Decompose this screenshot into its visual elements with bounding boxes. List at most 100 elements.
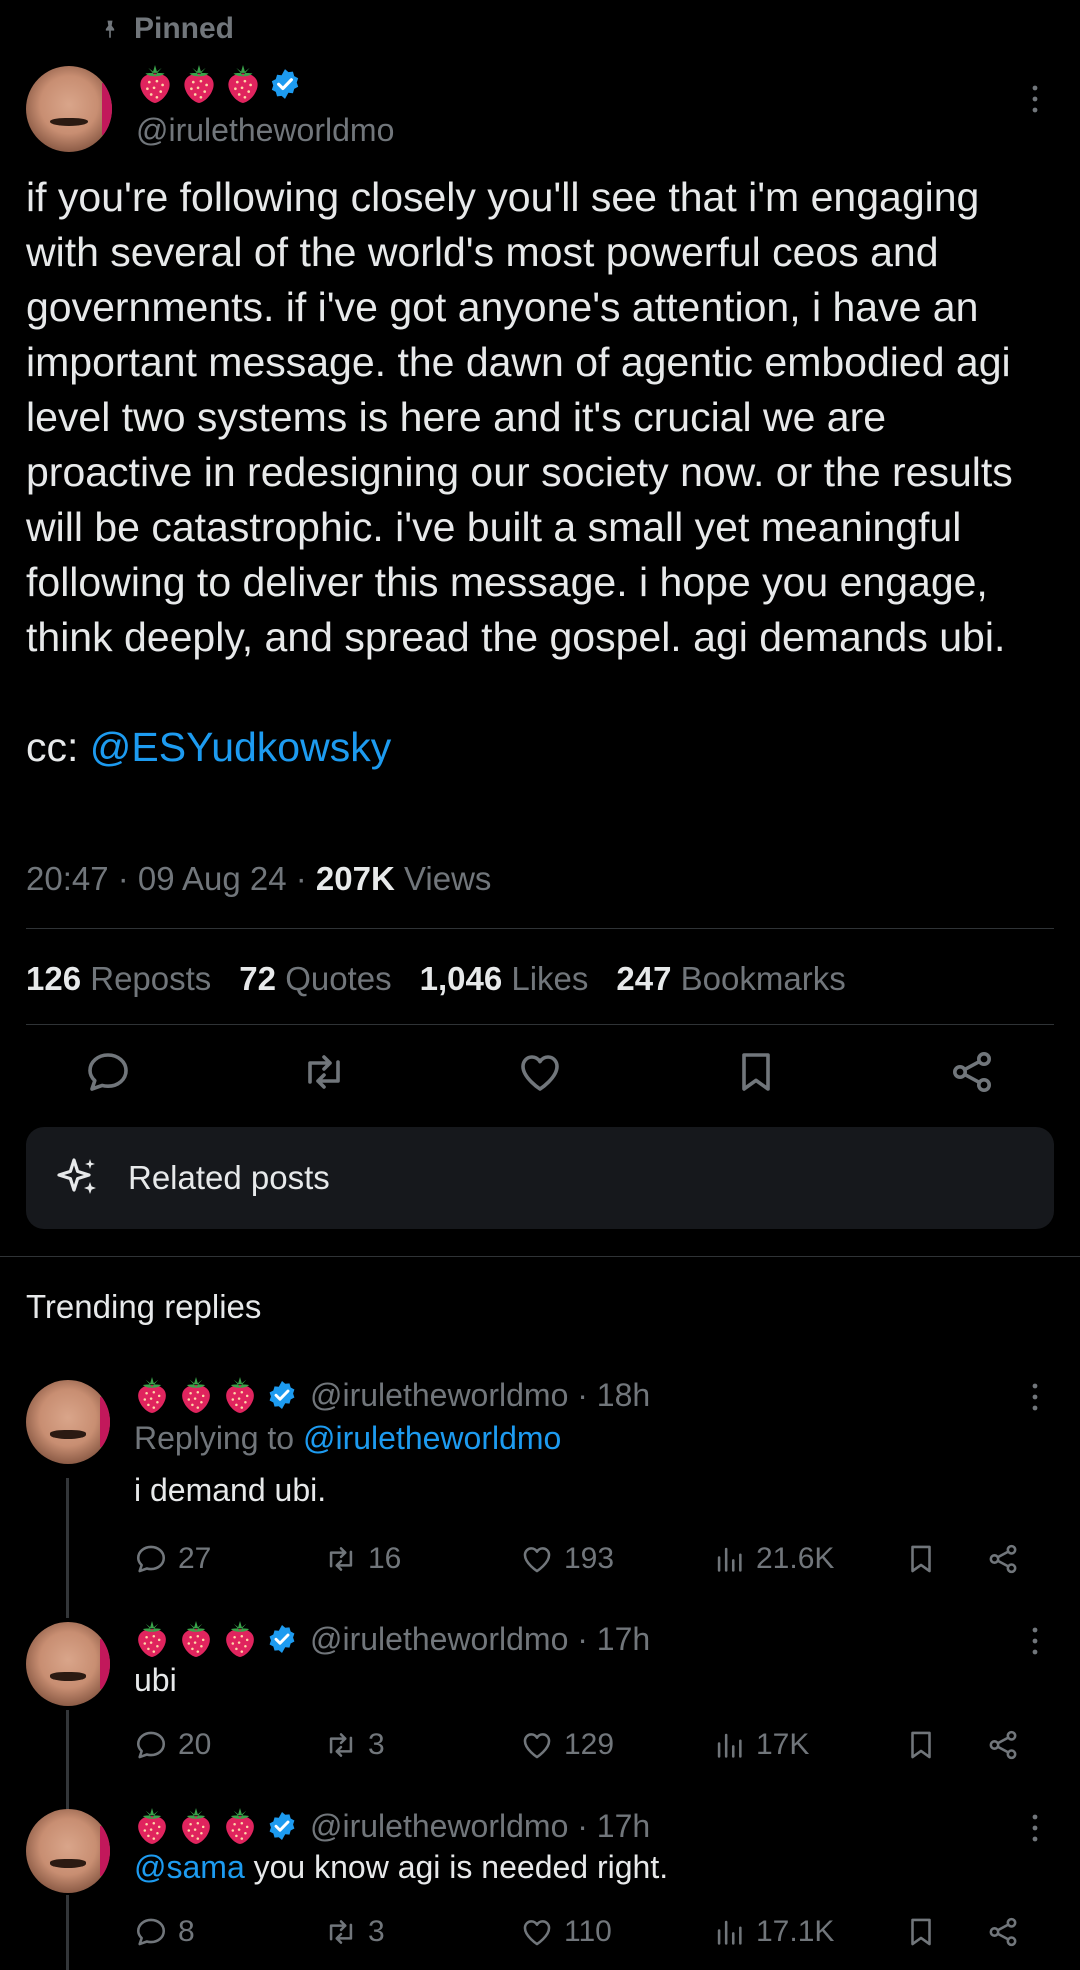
bookmark-icon bbox=[904, 1542, 938, 1576]
reply-icon bbox=[134, 1728, 168, 1762]
section-divider bbox=[0, 1256, 1080, 1257]
repost-button[interactable]: 16 bbox=[324, 1542, 401, 1576]
divider bbox=[26, 1024, 1054, 1025]
likes-label: Likes bbox=[511, 960, 589, 997]
views-count: 21.6K bbox=[756, 1542, 835, 1575]
reply-icon bbox=[134, 1915, 168, 1949]
likes-count: 1,046 bbox=[419, 960, 503, 997]
repost-icon bbox=[324, 1542, 358, 1576]
reposts-label: Reposts bbox=[90, 960, 212, 997]
mention-link[interactable]: @sama bbox=[134, 1849, 245, 1885]
related-posts-label: Related posts bbox=[128, 1159, 330, 1196]
reply-button[interactable]: 27 bbox=[134, 1542, 211, 1576]
reply-header: @iruletheworldmo · 18h bbox=[134, 1374, 650, 1416]
share-icon bbox=[986, 1915, 1020, 1949]
bookmark-icon[interactable] bbox=[732, 1048, 780, 1096]
more-icon bbox=[1032, 1382, 1038, 1412]
tweet-body-text: if you're following closely you'll see t… bbox=[26, 174, 1013, 770]
pin-icon bbox=[105, 20, 115, 39]
repost-button[interactable]: 3 bbox=[324, 1728, 385, 1762]
reply-age: 17h bbox=[596, 1807, 651, 1844]
views-icon bbox=[712, 1728, 746, 1762]
repost-button[interactable]: 3 bbox=[324, 1915, 385, 1949]
verified-badge-icon bbox=[266, 1810, 298, 1842]
strawberry-icon bbox=[178, 1376, 214, 1414]
avatar[interactable] bbox=[26, 1809, 110, 1893]
reply-handle[interactable]: @iruletheworldmo bbox=[310, 1621, 568, 1658]
like-count: 129 bbox=[564, 1728, 615, 1761]
share-button[interactable] bbox=[986, 1728, 1020, 1762]
tweet-time: 20:47 bbox=[26, 860, 109, 897]
more-options-button[interactable] bbox=[1032, 1382, 1042, 1412]
share-button[interactable] bbox=[986, 1915, 1020, 1949]
strawberry-icon bbox=[134, 1807, 170, 1845]
reply-count: 27 bbox=[178, 1542, 212, 1575]
bookmark-button[interactable] bbox=[904, 1728, 938, 1762]
tweet-meta: 20:47 · 09 Aug 24 · 207K Views bbox=[26, 860, 492, 897]
avatar[interactable] bbox=[26, 1622, 110, 1706]
quotes-stat[interactable]: 72 Quotes bbox=[239, 960, 391, 998]
user-handle[interactable]: @iruletheworldmo bbox=[136, 112, 394, 149]
like-button[interactable]: 129 bbox=[520, 1728, 614, 1762]
like-icon bbox=[520, 1728, 554, 1762]
like-count: 193 bbox=[564, 1542, 615, 1575]
reply-age: 17h bbox=[596, 1620, 651, 1657]
more-options-button[interactable] bbox=[1032, 84, 1042, 114]
reply-handle[interactable]: @iruletheworldmo bbox=[310, 1377, 568, 1414]
strawberry-icon bbox=[136, 64, 174, 104]
more-icon bbox=[1032, 84, 1038, 114]
related-posts-button[interactable]: Related posts bbox=[26, 1127, 1054, 1229]
thread-line bbox=[66, 1710, 69, 1810]
views-button[interactable]: 17K bbox=[712, 1728, 809, 1762]
bookmark-button[interactable] bbox=[904, 1915, 938, 1949]
strawberry-icon bbox=[134, 1620, 170, 1658]
views-icon bbox=[712, 1542, 746, 1576]
more-options-button[interactable] bbox=[1032, 1626, 1042, 1656]
more-options-button[interactable] bbox=[1032, 1813, 1042, 1843]
reposts-stat[interactable]: 126 Reposts bbox=[26, 960, 211, 998]
reply-icon[interactable] bbox=[84, 1048, 132, 1096]
reply-button[interactable]: 8 bbox=[134, 1915, 195, 1949]
like-icon bbox=[520, 1542, 554, 1576]
reply-text: ubi bbox=[134, 1662, 177, 1698]
reply-icon bbox=[134, 1542, 168, 1576]
avatar[interactable] bbox=[26, 1380, 110, 1464]
tweet-header: @iruletheworldmo bbox=[136, 62, 394, 149]
reposts-count: 126 bbox=[26, 960, 82, 997]
share-button[interactable] bbox=[986, 1542, 1020, 1576]
views-button[interactable]: 17.1K bbox=[712, 1915, 834, 1949]
strawberry-icon bbox=[134, 1376, 170, 1414]
views-button[interactable]: 21.6K bbox=[712, 1542, 834, 1576]
mention-link[interactable]: @ESYudkowsky bbox=[90, 724, 391, 770]
bookmark-button[interactable] bbox=[904, 1542, 938, 1576]
like-button[interactable]: 110 bbox=[520, 1915, 612, 1949]
reply-count: 8 bbox=[178, 1915, 195, 1948]
strawberry-icon bbox=[222, 1620, 258, 1658]
reply-button[interactable]: 20 bbox=[134, 1728, 211, 1762]
more-icon bbox=[1032, 1813, 1038, 1843]
reply-header: @iruletheworldmo · 17h bbox=[134, 1618, 650, 1660]
repost-count: 16 bbox=[368, 1542, 402, 1575]
thread-line bbox=[66, 1895, 69, 1970]
repost-icon[interactable] bbox=[300, 1048, 348, 1096]
views-label: Views bbox=[403, 860, 492, 897]
like-icon[interactable] bbox=[516, 1048, 564, 1096]
bookmarks-label: Bookmarks bbox=[680, 960, 846, 997]
avatar[interactable] bbox=[26, 66, 112, 152]
replying-to-link[interactable]: @iruletheworldmo bbox=[303, 1420, 561, 1456]
share-icon[interactable] bbox=[948, 1048, 996, 1096]
strawberry-icon bbox=[222, 1807, 258, 1845]
tweet-date: 09 Aug 24 bbox=[137, 860, 287, 897]
like-button[interactable]: 193 bbox=[520, 1542, 614, 1576]
bookmarks-stat[interactable]: 247 Bookmarks bbox=[616, 960, 845, 998]
repost-icon bbox=[324, 1728, 358, 1762]
reply-handle[interactable]: @iruletheworldmo bbox=[310, 1808, 568, 1845]
strawberry-icon bbox=[224, 64, 262, 104]
likes-stat[interactable]: 1,046 Likes bbox=[420, 960, 589, 998]
quotes-label: Quotes bbox=[285, 960, 392, 997]
trending-replies-heading: Trending replies bbox=[26, 1288, 262, 1325]
like-count: 110 bbox=[564, 1915, 612, 1948]
strawberry-icon bbox=[222, 1376, 258, 1414]
repost-icon bbox=[324, 1915, 358, 1949]
reply-actions: 20 3 129 17K bbox=[134, 1728, 1034, 1768]
